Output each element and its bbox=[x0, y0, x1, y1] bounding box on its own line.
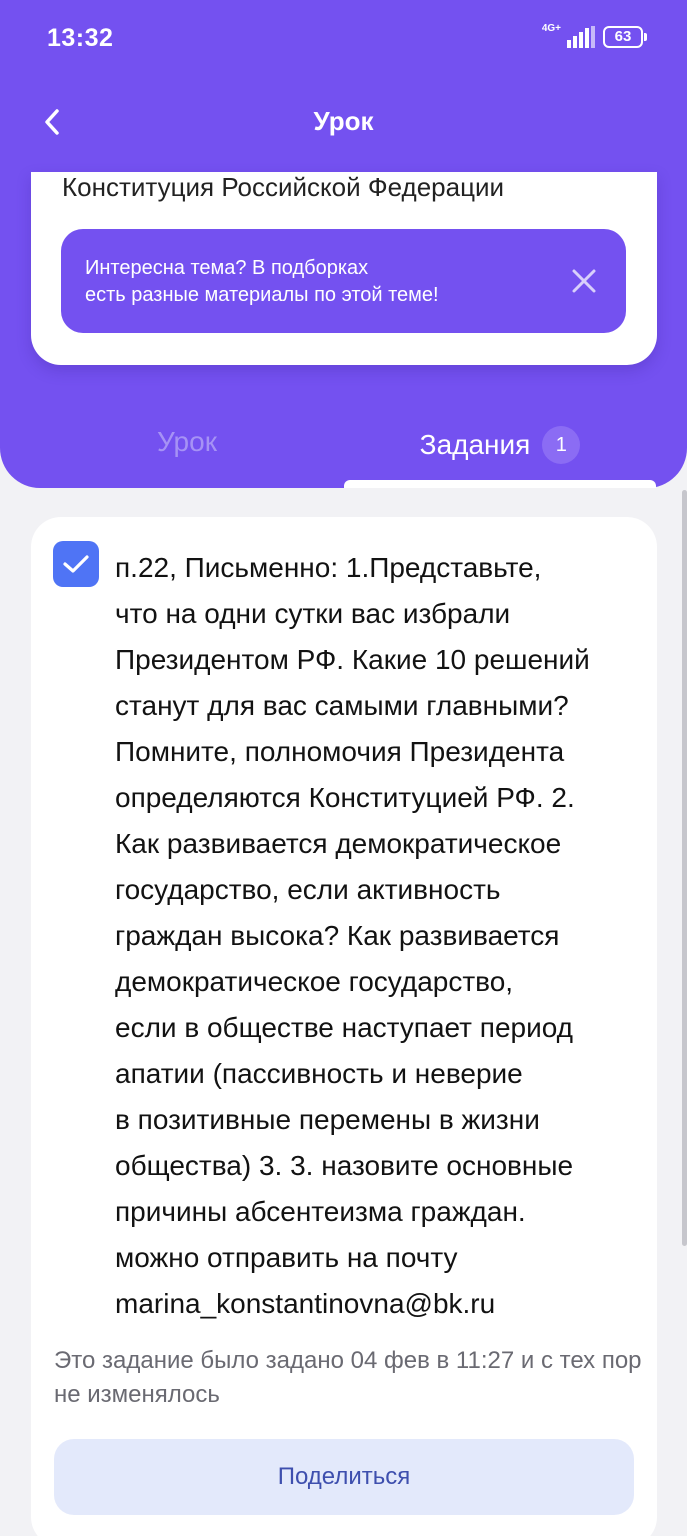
promo-close-button[interactable] bbox=[564, 261, 604, 301]
tab-tasks[interactable]: Задания 1 bbox=[344, 426, 656, 464]
promo-banner[interactable]: Интересна тема? В подборках есть разные … bbox=[61, 229, 626, 333]
task-checkbox[interactable] bbox=[53, 541, 99, 587]
status-bar: 13:32 4G+ 63 bbox=[0, 0, 687, 80]
checkmark-icon bbox=[63, 555, 89, 573]
network-type: 4G+ bbox=[541, 23, 561, 34]
promo-text: Интересна тема? В подборках есть разные … bbox=[85, 255, 545, 309]
tab-lesson[interactable]: Урок bbox=[0, 426, 374, 458]
status-time: 13:32 bbox=[47, 24, 114, 52]
share-button[interactable]: Поделиться bbox=[54, 1439, 634, 1515]
promo-text-content: Интересна тема? В подборках есть разные … bbox=[85, 257, 439, 306]
tasks-count-badge: 1 bbox=[542, 426, 581, 464]
nav-bar: Урок bbox=[0, 90, 687, 154]
battery-icon: 63 bbox=[603, 26, 647, 48]
active-tab-indicator bbox=[344, 480, 656, 488]
signal-icon bbox=[567, 26, 595, 48]
lesson-card: Конституция Российской Федерации Интерес… bbox=[31, 172, 657, 365]
page-title: Урок bbox=[313, 106, 374, 136]
task-text: п.22, Письменно: 1.Представьте, что на о… bbox=[115, 552, 590, 1319]
close-icon bbox=[572, 269, 596, 293]
lesson-title: Конституция Российской Федерации bbox=[62, 172, 505, 202]
task-note: Это задание было задано 04 фев в 11:27 и… bbox=[54, 1347, 642, 1408]
task-card: п.22, Письменно: 1.Представьте, что на о… bbox=[31, 517, 657, 1536]
tab-tasks-label: Задания bbox=[419, 429, 531, 460]
tabs: Урок Задания 1 bbox=[0, 410, 687, 480]
status-icons: 4G+ 63 bbox=[541, 23, 647, 48]
scrollbar[interactable] bbox=[682, 490, 687, 1246]
header: 13:32 4G+ 63 Урок Конституция Российской… bbox=[0, 0, 687, 488]
